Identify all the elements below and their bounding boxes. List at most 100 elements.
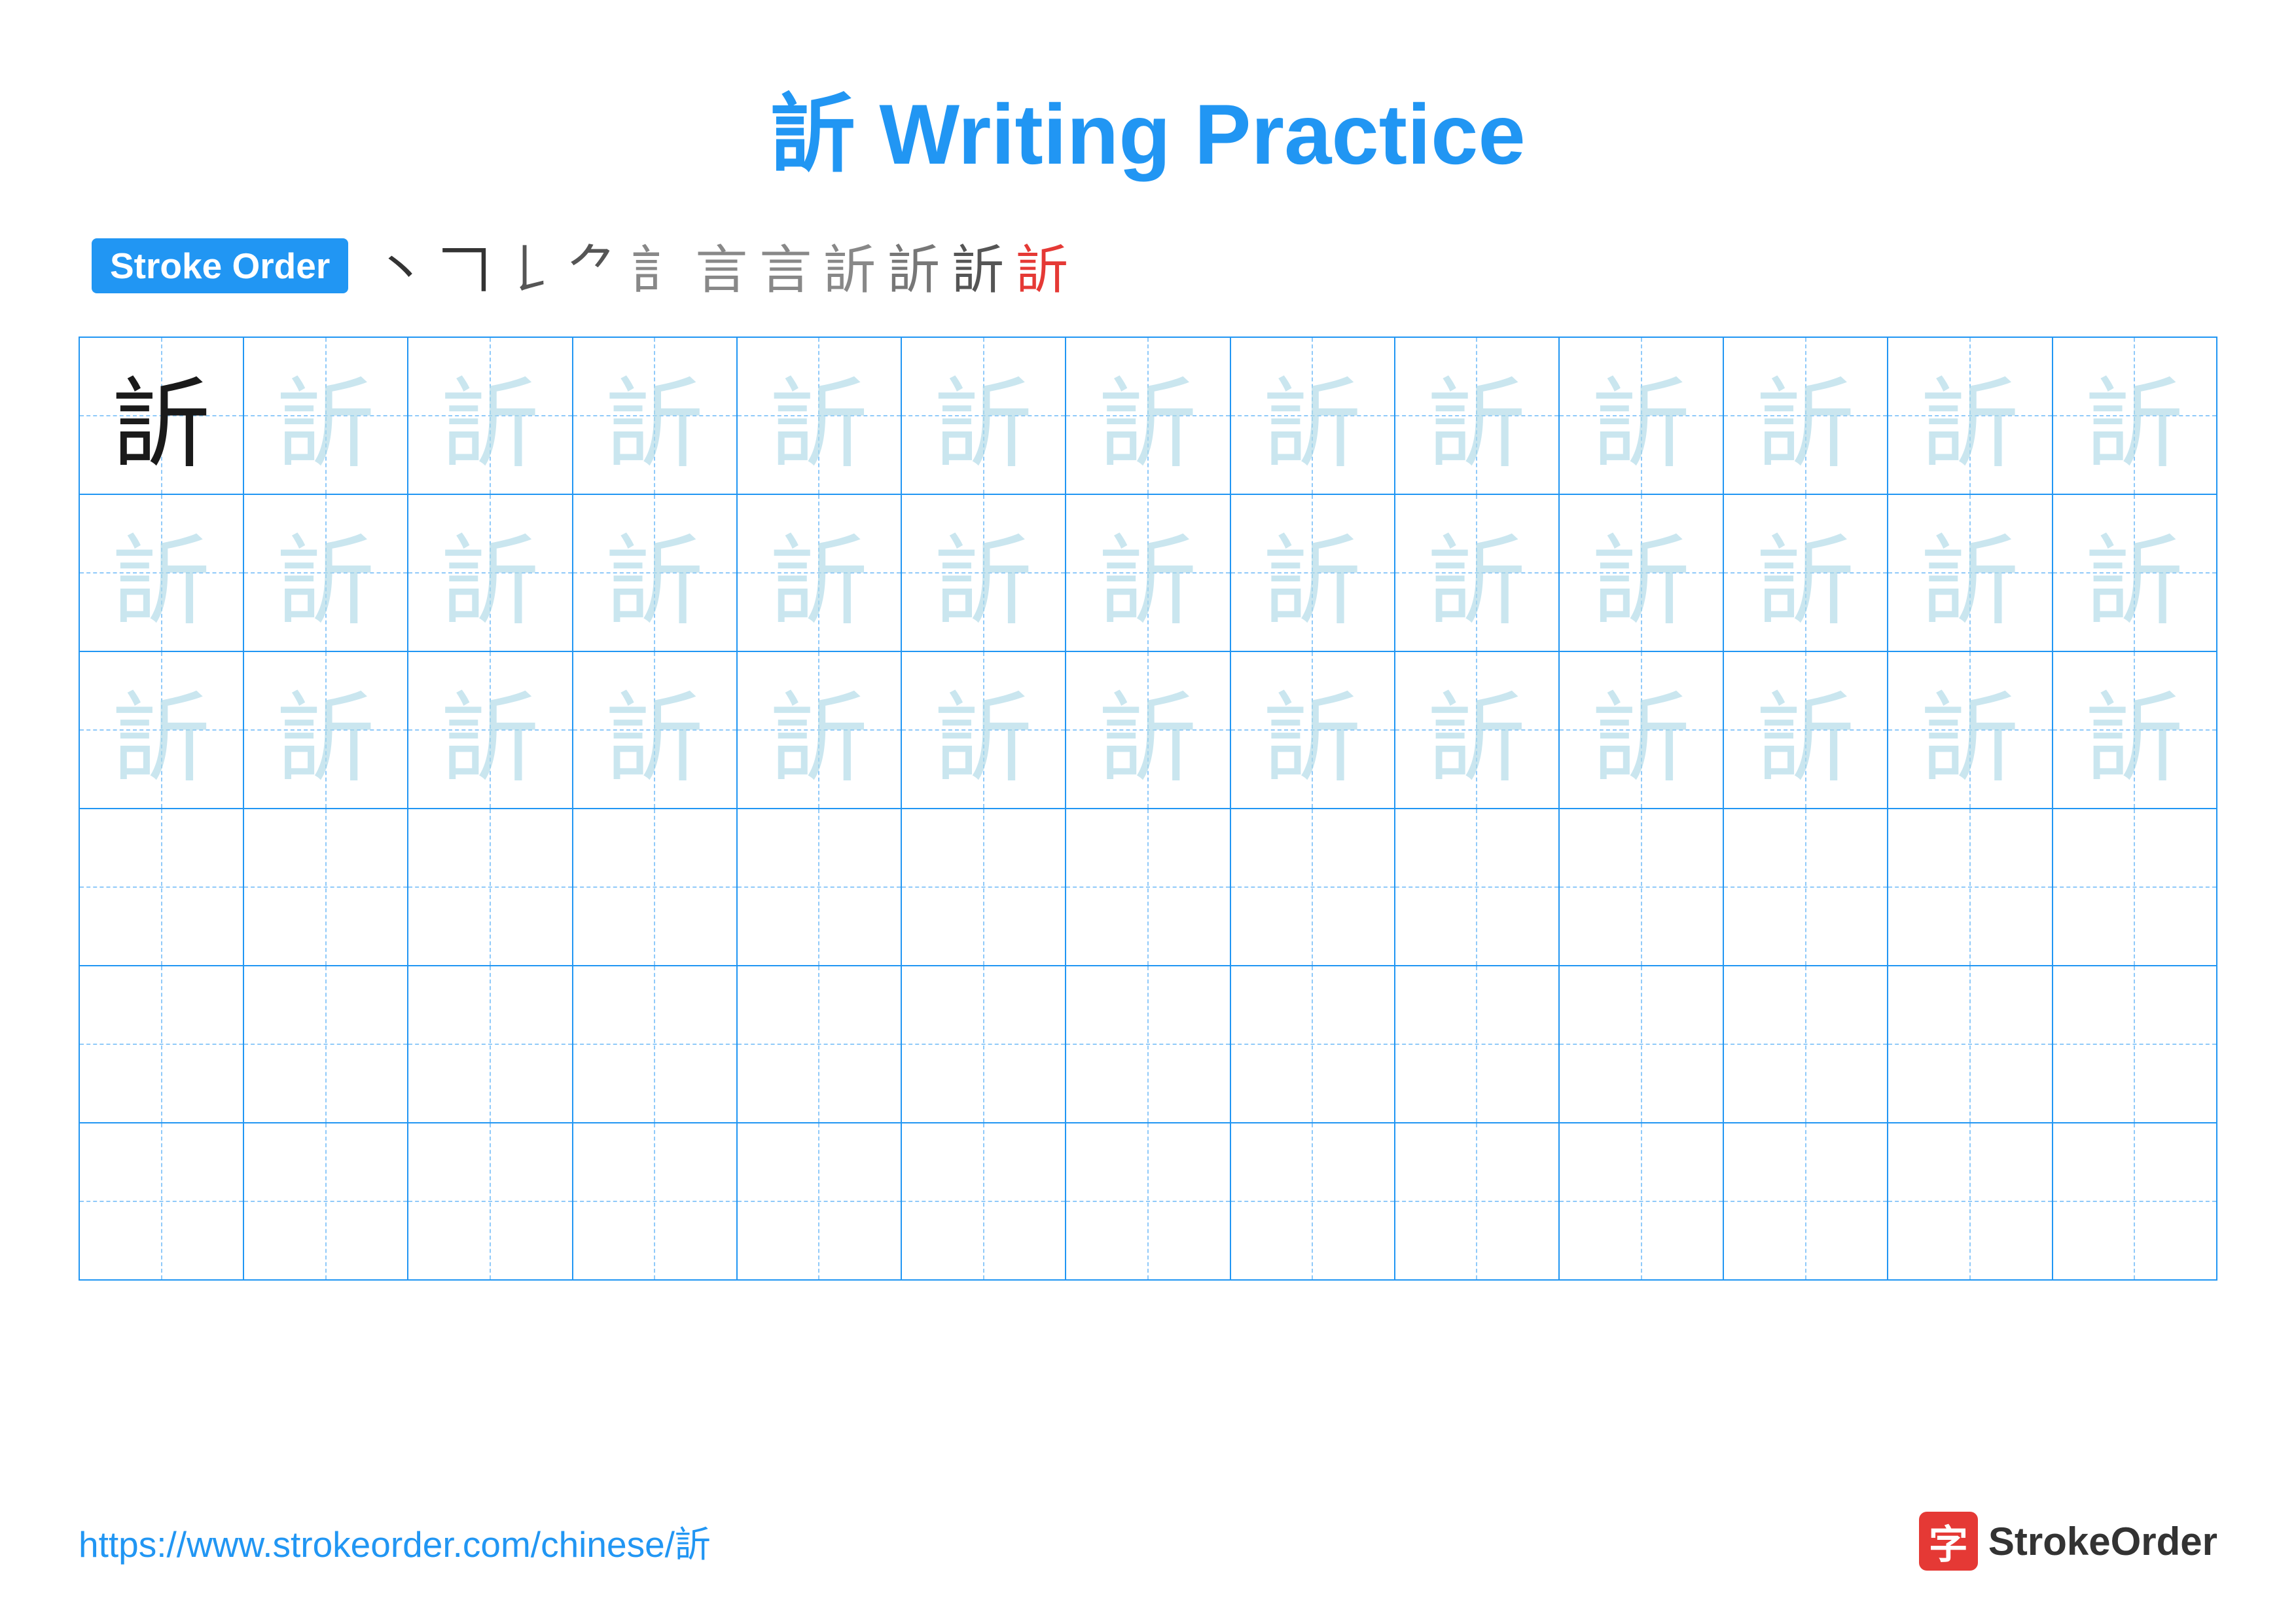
stroke-sequence: 丶 𠃍 𠄌 ⺈ 訁 言 言 訢 訢 訢 訢 <box>374 228 1068 304</box>
grid-cell: 訢 <box>408 494 572 651</box>
grid-cell <box>408 1123 572 1280</box>
grid-cell: 訢 <box>1395 337 1559 494</box>
footer-logo: 字 StrokeOrder <box>1919 1512 2217 1571</box>
grid-cell <box>79 1123 243 1280</box>
grid-row-1: 訢 訢 訢 訢 訢 訢 訢 訢 訢 訢 訢 訢 訢 <box>79 337 2217 494</box>
character-light: 訢 <box>441 371 539 480</box>
grid-row-3: 訢 訢 訢 訢 訢 訢 訢 訢 訢 訢 訢 訢 訢 <box>79 651 2217 809</box>
stroke-order-badge: Stroke Order <box>92 238 348 293</box>
grid-cell <box>1395 809 1559 966</box>
grid-cell <box>79 966 243 1123</box>
grid-cell <box>901 809 1066 966</box>
grid-cell <box>1066 966 1230 1123</box>
character-light: 訢 <box>1921 685 2019 794</box>
grid-cell: 訢 <box>1888 651 2052 809</box>
grid-cell: 訢 <box>737 494 901 651</box>
grid-cell: 訢 <box>79 494 243 651</box>
grid-cell <box>1395 1123 1559 1280</box>
grid-cell: 訢 <box>737 651 901 809</box>
grid-row-6 <box>79 1123 2217 1280</box>
character-light: 訢 <box>1592 685 1691 794</box>
grid-cell <box>1559 809 1723 966</box>
grid-cell <box>1723 1123 1888 1280</box>
grid-cell <box>1230 1123 1395 1280</box>
character-light: 訢 <box>1263 685 1361 794</box>
character-light: 訢 <box>1099 528 1197 637</box>
grid-cell: 訢 <box>408 337 572 494</box>
grid-cell: 訢 <box>901 494 1066 651</box>
grid-cell: 訢 <box>1066 651 1230 809</box>
character-light: 訢 <box>2085 528 2183 637</box>
character-light: 訢 <box>605 371 704 480</box>
grid-cell: 訢 <box>1559 651 1723 809</box>
character-light: 訢 <box>1099 685 1197 794</box>
character-light: 訢 <box>1427 528 1526 637</box>
grid-cell <box>1559 966 1723 1123</box>
stroke-2: 𠃍 <box>439 228 491 304</box>
grid-cell: 訢 <box>737 337 901 494</box>
grid-cell <box>243 966 408 1123</box>
stroke-1: 丶 <box>374 228 427 304</box>
page-title: 訢 Writing Practice <box>770 65 1525 189</box>
character-light: 訢 <box>1263 528 1361 637</box>
grid-cell: 訢 <box>1230 337 1395 494</box>
grid-cell: 訢 <box>79 651 243 809</box>
character-light: 訢 <box>277 685 375 794</box>
grid-cell: 訢 <box>1723 651 1888 809</box>
grid-cell <box>79 809 243 966</box>
grid-cell: 訢 <box>901 651 1066 809</box>
footer-logo-text: StrokeOrder <box>1988 1519 2217 1564</box>
grid-cell <box>243 809 408 966</box>
grid-cell: 訢 <box>2053 337 2217 494</box>
grid-cell: 訢 <box>1066 337 1230 494</box>
character-light: 訢 <box>935 371 1033 480</box>
grid-cell <box>901 1123 1066 1280</box>
grid-cell <box>1888 1123 2052 1280</box>
grid-cell: 訢 <box>1230 651 1395 809</box>
character-light: 訢 <box>1757 528 1855 637</box>
character-light: 訢 <box>1757 685 1855 794</box>
grid-cell <box>1230 966 1395 1123</box>
character-light: 訢 <box>1592 528 1691 637</box>
character-light: 訢 <box>1757 371 1855 480</box>
character-light: 訢 <box>277 371 375 480</box>
character-light: 訢 <box>1427 371 1526 480</box>
character-light: 訢 <box>1921 371 2019 480</box>
grid-cell: 訢 <box>573 651 737 809</box>
stroke-4: ⺈ <box>567 228 619 304</box>
grid-cell <box>1888 966 2052 1123</box>
character-light: 訢 <box>113 528 211 637</box>
character-light: 訢 <box>770 528 868 637</box>
grid-cell <box>1723 966 1888 1123</box>
grid-cell <box>573 1123 737 1280</box>
grid-cell <box>1559 1123 1723 1280</box>
stroke-8: 訢 <box>823 228 876 304</box>
grid-cell: 訢 <box>1723 337 1888 494</box>
grid-cell: 訢 <box>1559 494 1723 651</box>
stroke-3: 𠄌 <box>503 228 555 304</box>
grid-cell: 訢 <box>1395 651 1559 809</box>
grid-cell <box>737 1123 901 1280</box>
character-light: 訢 <box>770 371 868 480</box>
grid-cell: 訢 <box>2053 651 2217 809</box>
grid-row-5 <box>79 966 2217 1123</box>
grid-cell: 訢 <box>573 337 737 494</box>
grid-cell: 訢 <box>573 494 737 651</box>
grid-cell: 訢 <box>408 651 572 809</box>
character-light: 訢 <box>935 685 1033 794</box>
grid-cell: 訢 <box>1230 494 1395 651</box>
character-light: 訢 <box>1427 685 1526 794</box>
character-light: 訢 <box>2085 685 2183 794</box>
stroke-5: 訁 <box>631 228 683 304</box>
character-light: 訢 <box>1921 528 2019 637</box>
stroke-10: 訢 <box>952 228 1004 304</box>
grid-cell: 訢 <box>1559 337 1723 494</box>
grid-row-2: 訢 訢 訢 訢 訢 訢 訢 訢 訢 訢 訢 訢 訢 <box>79 494 2217 651</box>
strokeorder-icon: 字 <box>1919 1512 1978 1571</box>
grid-cell: 訢 <box>243 651 408 809</box>
grid-cell <box>2053 1123 2217 1280</box>
page: 訢 Writing Practice Stroke Order 丶 𠃍 𠄌 ⺈ … <box>0 0 2296 1623</box>
grid-cell: 訢 <box>1395 494 1559 651</box>
character-light: 訢 <box>1592 371 1691 480</box>
grid-row-4 <box>79 809 2217 966</box>
